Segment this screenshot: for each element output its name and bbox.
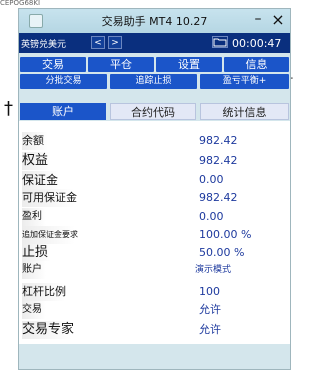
breakeven-button[interactable]: 盈亏平衡+ — [200, 74, 289, 89]
row-value: 982.42 — [199, 134, 238, 147]
status-bar — [19, 345, 290, 369]
trade-assistant-window: 交易助手 MT4 10.27 – × 英镑兑美元 < > 00:00:47 交易… — [18, 8, 291, 370]
row-value: 982.42 — [199, 154, 238, 167]
row-value: 100.00 % — [199, 228, 252, 241]
account-row-expert-advisor: 交易专家 允许 — [19, 321, 290, 339]
account-row-balance: 余额 982.42 — [19, 132, 290, 150]
server-time: 00:00:47 — [232, 37, 282, 50]
cursor-cross-left: † — [4, 98, 13, 119]
account-row-free-margin: 可用保证金 982.42 — [19, 189, 290, 207]
account-row-leverage: 杠杆比例 100 — [19, 283, 290, 301]
row-label: 可用保证金 — [22, 189, 87, 207]
title-bar[interactable]: 交易助手 MT4 10.27 – × — [19, 9, 290, 33]
account-row-equity: 权益 982.42 — [19, 152, 290, 170]
account-row-stop-out: 止损 50.00 % — [19, 244, 290, 262]
tab-statistics[interactable]: 统计信息 — [200, 103, 289, 120]
folder-icon[interactable] — [212, 36, 228, 48]
prev-symbol-button[interactable]: < — [91, 36, 105, 49]
app-icon — [29, 14, 43, 28]
row-value: 50.00 % — [199, 246, 245, 259]
row-label: 杠杆比例 — [22, 283, 76, 301]
row-label: 权益 — [22, 152, 59, 170]
account-row-trading: 交易 允许 — [19, 301, 290, 319]
row-label: 保证金 — [22, 171, 69, 189]
row-value: 演示模式 — [195, 265, 232, 275]
row-label: 余额 — [22, 132, 54, 150]
partial-trade-button[interactable]: 分批交易 — [20, 74, 107, 89]
background-text-fragment: CEPOG68KI — [0, 0, 41, 7]
minimize-button[interactable]: – — [251, 11, 265, 27]
tab-contract-code[interactable]: 合约代码 — [110, 103, 196, 120]
row-value: 允许 — [199, 303, 221, 316]
close-button[interactable]: × — [271, 10, 285, 29]
trailing-stop-button[interactable]: 追踪止损 — [110, 74, 197, 89]
account-row-account-type: 账户 演示模式 — [19, 261, 290, 279]
account-row-margin: 保证金 0.00 — [19, 171, 290, 189]
info-button[interactable]: 信息 — [224, 57, 289, 72]
row-label: 止损 — [22, 244, 59, 262]
row-label: 账户 — [22, 261, 52, 279]
row-label: 追加保证金要求 — [22, 226, 88, 244]
symbol-selector[interactable]: 英镑兑美元 — [21, 37, 66, 50]
row-label: 盈利 — [22, 208, 52, 226]
trade-button[interactable]: 交易 — [20, 57, 86, 72]
account-info-panel: 余额 982.42 权益 982.42 保证金 0.00 可用保证金 982.4… — [19, 121, 290, 344]
row-value: 0.00 — [199, 210, 224, 223]
account-row-margin-call: 追加保证金要求 100.00 % — [19, 226, 290, 244]
row-value: 982.42 — [199, 191, 238, 204]
row-value: 100 — [199, 285, 220, 298]
close-position-button[interactable]: 平仓 — [88, 57, 154, 72]
next-symbol-button[interactable]: > — [108, 36, 122, 49]
toolbar: 英镑兑美元 < > 00:00:47 — [19, 33, 290, 53]
settings-button[interactable]: 设置 — [156, 57, 222, 72]
row-value: 0.00 — [199, 173, 224, 186]
row-label: 交易专家 — [22, 321, 85, 339]
row-label: 交易 — [22, 301, 52, 319]
account-row-profit: 盈利 0.00 — [19, 208, 290, 226]
row-value: 允许 — [199, 323, 221, 336]
window-title: 交易助手 MT4 10.27 — [101, 15, 208, 28]
tab-account[interactable]: 账户 — [20, 103, 106, 120]
